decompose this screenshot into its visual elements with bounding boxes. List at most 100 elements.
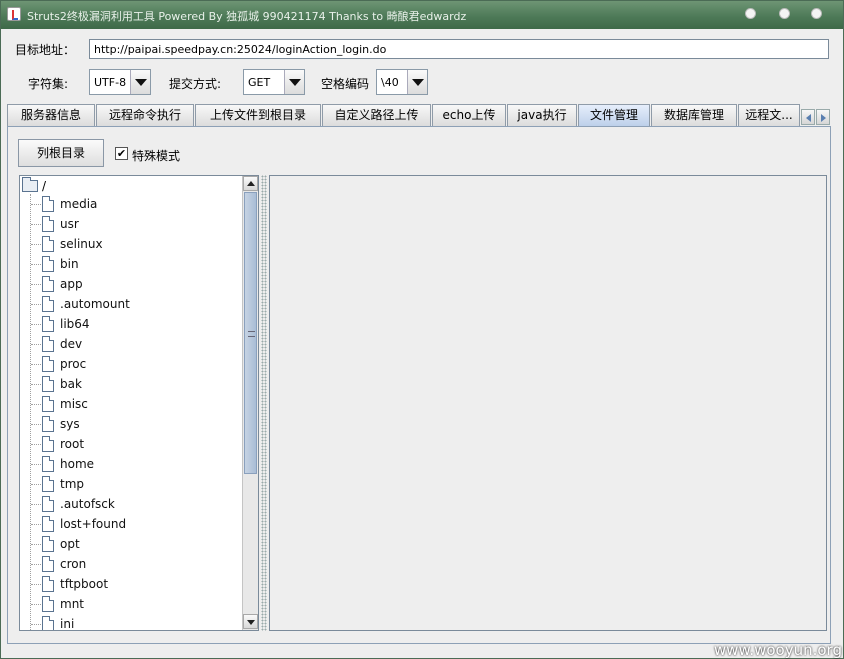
target-url-input[interactable] [89, 39, 829, 59]
tree-item-label: app [60, 277, 83, 291]
tab-java-exec[interactable]: java执行 [507, 104, 577, 126]
scroll-grip-icon [248, 331, 255, 337]
tree-connector [31, 524, 41, 525]
tree-item-label: media [60, 197, 98, 211]
tree-item[interactable]: .autofsck [20, 494, 240, 514]
tree-item[interactable]: proc [20, 354, 240, 374]
tree-connector [31, 224, 41, 225]
tab-bar: 服务器信息 远程命令执行 上传文件到根目录 自定义路径上传 echo上传 jav… [7, 104, 837, 126]
tree-item-label: .autofsck [60, 497, 115, 511]
tree-item[interactable]: mnt [20, 594, 240, 614]
file-icon [42, 316, 54, 332]
tree-scrollbar[interactable] [242, 176, 258, 630]
scroll-down-icon[interactable] [243, 614, 258, 629]
tab-scroll-left-icon[interactable] [801, 109, 815, 125]
tab-scroll-right-icon[interactable] [816, 109, 830, 125]
target-url-label: 目标地址： [15, 43, 76, 57]
file-icon [42, 256, 54, 272]
tree-connector [31, 264, 41, 265]
tree-item-label: bak [60, 377, 82, 391]
charset-label: 字符集: [28, 77, 69, 91]
method-value: GET [248, 76, 271, 89]
tree-item[interactable]: misc [20, 394, 240, 414]
tree-item-label: root [60, 437, 85, 451]
tree-connector [31, 384, 41, 385]
tree-item[interactable]: bin [20, 254, 240, 274]
directory-tree[interactable]: / media usr selinux bin app .automount lib64 de… [19, 175, 259, 631]
tree-item[interactable]: usr [20, 214, 240, 234]
tree-item[interactable]: root [20, 434, 240, 454]
tab-remote-file[interactable]: 远程文... [738, 104, 800, 126]
tree-item[interactable]: tmp [20, 474, 240, 494]
tree-item[interactable]: selinux [20, 234, 240, 254]
tab-echo-upload[interactable]: echo上传 [432, 104, 506, 126]
tree-item[interactable]: media [20, 194, 240, 214]
java-app-icon [7, 7, 21, 21]
file-icon [42, 296, 54, 312]
tree-connector [31, 504, 41, 505]
minimize-icon[interactable] [745, 8, 756, 19]
charset-dropdown-icon[interactable] [130, 70, 150, 94]
tree-item-label: lost+found [60, 517, 127, 531]
tree-item-label: dev [60, 337, 83, 351]
file-icon [42, 196, 54, 212]
split-pane-divider[interactable] [261, 175, 267, 631]
file-icon [42, 276, 54, 292]
scroll-up-icon[interactable] [243, 176, 258, 191]
tree-item[interactable]: tftpboot [20, 574, 240, 594]
tree-item[interactable]: dev [20, 334, 240, 354]
tab-remote-command[interactable]: 远程命令执行 [96, 104, 194, 126]
file-icon [42, 456, 54, 472]
tree-item[interactable]: lost+found [20, 514, 240, 534]
file-icon [42, 596, 54, 612]
space-encoding-select[interactable]: \40 [376, 69, 428, 95]
file-icon [42, 216, 54, 232]
tree-item[interactable]: lib64 [20, 314, 240, 334]
tree-item-label: mnt [60, 597, 84, 611]
tree-item[interactable]: bak [20, 374, 240, 394]
method-dropdown-icon[interactable] [284, 70, 304, 94]
space-encoding-label: 空格编码 [321, 77, 370, 91]
file-content-pane[interactable] [269, 175, 827, 631]
file-icon [42, 376, 54, 392]
tab-upload-to-root[interactable]: 上传文件到根目录 [195, 104, 321, 126]
tree-item[interactable]: ini [20, 614, 240, 631]
special-mode-label: 特殊模式 [132, 149, 181, 163]
tab-server-info[interactable]: 服务器信息 [7, 104, 95, 126]
tree-connector [31, 484, 41, 485]
window-title: Struts2终极漏洞利用工具 Powered By 独孤城 990421174… [27, 10, 467, 23]
tab-database-management[interactable]: 数据库管理 [651, 104, 737, 126]
maximize-icon[interactable] [779, 8, 790, 19]
tab-custom-path-upload[interactable]: 自定义路径上传 [322, 104, 431, 126]
tree-connector [31, 344, 41, 345]
tree-item[interactable]: opt [20, 534, 240, 554]
file-icon [42, 356, 54, 372]
charset-value: UTF-8 [94, 76, 127, 89]
file-icon [42, 556, 54, 572]
tree-connector [31, 404, 41, 405]
tree-item-label: lib64 [60, 317, 90, 331]
tree-item[interactable]: .automount [20, 294, 240, 314]
space-encoding-dropdown-icon[interactable] [407, 70, 427, 94]
special-mode-checkbox[interactable]: ✔ [115, 147, 128, 160]
file-icon [42, 516, 54, 532]
tree-item[interactable]: sys [20, 414, 240, 434]
file-icon [42, 576, 54, 592]
file-icon [42, 416, 54, 432]
tree-item-label: tmp [60, 477, 85, 491]
tree-item-label: ini [60, 617, 75, 631]
method-select[interactable]: GET [243, 69, 305, 95]
tree-item[interactable]: app [20, 274, 240, 294]
folder-icon [22, 177, 38, 192]
tree-item[interactable]: home [20, 454, 240, 474]
close-icon[interactable] [811, 8, 822, 19]
tree-root-label: / [42, 179, 47, 193]
tab-file-management[interactable]: 文件管理 [578, 104, 650, 126]
title-bar[interactable]: Struts2终极漏洞利用工具 Powered By 独孤城 990421174… [1, 1, 843, 29]
scroll-thumb[interactable] [244, 192, 257, 474]
tree-item[interactable]: cron [20, 554, 240, 574]
tree-connector [31, 444, 41, 445]
tree-item-label: selinux [60, 237, 103, 251]
charset-select[interactable]: UTF-8 [89, 69, 151, 95]
list-root-button[interactable]: 列根目录 [18, 139, 104, 167]
